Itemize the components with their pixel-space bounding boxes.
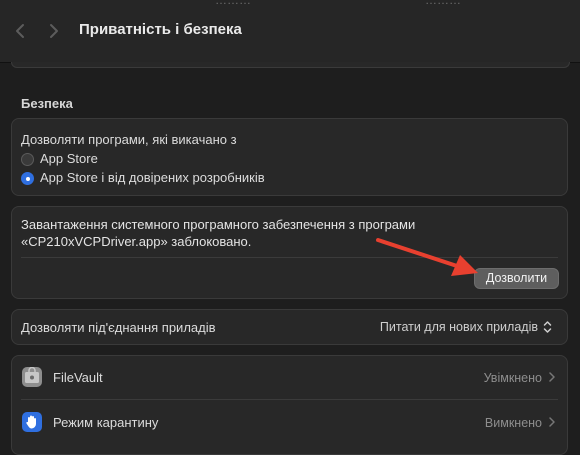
annotation-arrow-icon [376, 238, 478, 276]
